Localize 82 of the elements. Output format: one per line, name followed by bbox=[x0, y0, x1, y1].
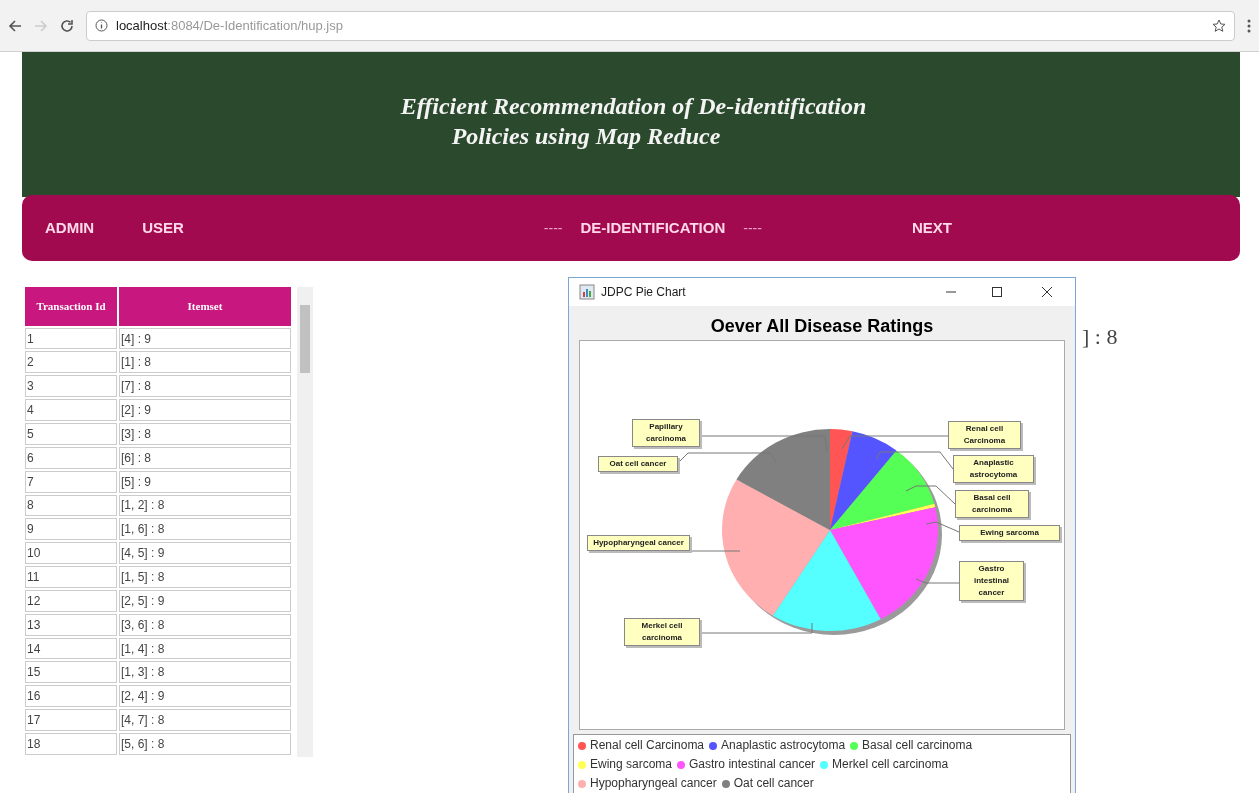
legend-label: Ewing sarcoma bbox=[590, 756, 673, 773]
table-cell: 13 bbox=[25, 613, 117, 636]
callout-label: Oat cell cancer bbox=[598, 456, 678, 472]
table-cell: 6 bbox=[25, 446, 117, 469]
table-cell: [2, 4] : 9 bbox=[119, 685, 291, 708]
dialog-title: JDPC Pie Chart bbox=[601, 284, 686, 301]
reload-icon[interactable] bbox=[60, 18, 74, 33]
callout-label: Gastro intestinal cancer bbox=[959, 561, 1024, 601]
table-cell: 15 bbox=[25, 661, 117, 684]
close-icon[interactable] bbox=[1041, 286, 1053, 298]
scrollbar[interactable] bbox=[297, 287, 313, 757]
table-cell: 16 bbox=[25, 685, 117, 708]
table-cell: [4] : 9 bbox=[119, 327, 291, 350]
table-cell: [1, 2] : 8 bbox=[119, 494, 291, 517]
table-cell: [5] : 9 bbox=[119, 470, 291, 493]
page-title: Efficient Recommendation of De-identification bbox=[400, 91, 867, 121]
table-cell: [4, 5] : 9 bbox=[119, 542, 291, 565]
table-cell: [3] : 8 bbox=[119, 423, 291, 445]
nav-link[interactable]: ADMIN bbox=[45, 216, 95, 240]
callout-label: Papillary carcinoma bbox=[632, 419, 700, 447]
nav-link[interactable]: NEXT bbox=[911, 216, 952, 240]
url-text: localhost:8084/De-Identification/hup.jsp bbox=[116, 16, 343, 35]
callout-label: Renal cell Carcinoma bbox=[948, 421, 1021, 449]
table-cell: [1, 4] : 8 bbox=[119, 637, 291, 660]
legend-label: Oat cell cancer bbox=[733, 775, 814, 792]
table-cell: 2 bbox=[25, 351, 117, 374]
nav-separator: ---- bbox=[543, 218, 563, 238]
callout-label: Anaplastic astrocytoma bbox=[953, 455, 1034, 483]
table-cell: [1, 6] : 8 bbox=[119, 518, 291, 541]
table-cell: 8 bbox=[25, 494, 117, 517]
leader-line bbox=[689, 550, 741, 552]
table-cell: 10 bbox=[25, 542, 117, 565]
legend-label: Gastro intestinal cancer bbox=[689, 756, 816, 773]
table-cell: [1] : 8 bbox=[119, 351, 291, 374]
address-field[interactable]: localhost:8084/De-Identification/hup.jsp bbox=[86, 10, 1235, 41]
table-cell: [1, 5] : 8 bbox=[119, 566, 291, 588]
table-cell: [6] : 8 bbox=[119, 446, 291, 469]
table-cell: [1, 3] : 8 bbox=[119, 661, 291, 684]
star-icon[interactable] bbox=[1212, 18, 1226, 33]
maximize-icon[interactable] bbox=[991, 286, 1003, 298]
callout-label: Hypopharyngeal cancer bbox=[587, 535, 690, 551]
table-cell: [4, 7] : 8 bbox=[119, 709, 291, 731]
menu-icon[interactable] bbox=[1247, 18, 1251, 33]
column-header: Itemset bbox=[119, 287, 291, 326]
legend-label: Renal cell Carcinoma bbox=[590, 737, 705, 754]
app-icon bbox=[579, 284, 595, 300]
nav-link[interactable]: DE-IDENTIFICATION bbox=[580, 216, 726, 240]
page-title: Policies using Map Reduce bbox=[451, 121, 721, 151]
table-cell: 7 bbox=[25, 470, 117, 493]
table-cell: [3, 6] : 8 bbox=[119, 613, 291, 636]
legend-label: Basal cell carcinoma bbox=[862, 737, 973, 754]
table-cell: [2] : 9 bbox=[119, 399, 291, 421]
itemset-text: ] : 8 bbox=[1082, 323, 1118, 351]
table-cell: 4 bbox=[25, 399, 117, 421]
table-cell: 14 bbox=[25, 637, 117, 660]
table-cell: [2, 5] : 9 bbox=[119, 589, 291, 612]
table-cell: 11 bbox=[25, 566, 117, 588]
table-cell: [5, 6] : 8 bbox=[119, 732, 291, 755]
table-cell: 1 bbox=[25, 327, 117, 350]
table-cell: 3 bbox=[25, 375, 117, 398]
scrollbar-thumb[interactable] bbox=[300, 305, 310, 373]
back-icon[interactable] bbox=[8, 18, 22, 33]
info-icon bbox=[95, 19, 108, 32]
nav-separator: ---- bbox=[743, 218, 762, 238]
table-cell: 5 bbox=[25, 423, 117, 445]
table-cell: 9 bbox=[25, 518, 117, 541]
leader-line bbox=[915, 578, 960, 584]
leader-line bbox=[905, 485, 956, 505]
table-cell: 18 bbox=[25, 732, 117, 755]
callout-label: Merkel cell carcinoma bbox=[624, 618, 700, 646]
callout-label: Basal cell carcinoma bbox=[955, 490, 1029, 518]
legend-label: Hypopharyngeal cancer bbox=[590, 775, 717, 792]
table-cell: 12 bbox=[25, 589, 117, 612]
table-cell: 17 bbox=[25, 709, 117, 731]
legend-label: Merkel cell carcinoma bbox=[832, 756, 949, 773]
nav-link[interactable]: USER bbox=[142, 216, 184, 240]
column-header: Transaction Id bbox=[25, 287, 117, 326]
callout-label: Ewing sarcoma bbox=[959, 525, 1060, 541]
table-cell: [7] : 8 bbox=[119, 375, 291, 398]
leader-line bbox=[925, 521, 960, 533]
legend-label: Anaplastic astrocytoma bbox=[721, 737, 846, 754]
chart-title: Oever All Disease Ratings bbox=[709, 315, 935, 338]
